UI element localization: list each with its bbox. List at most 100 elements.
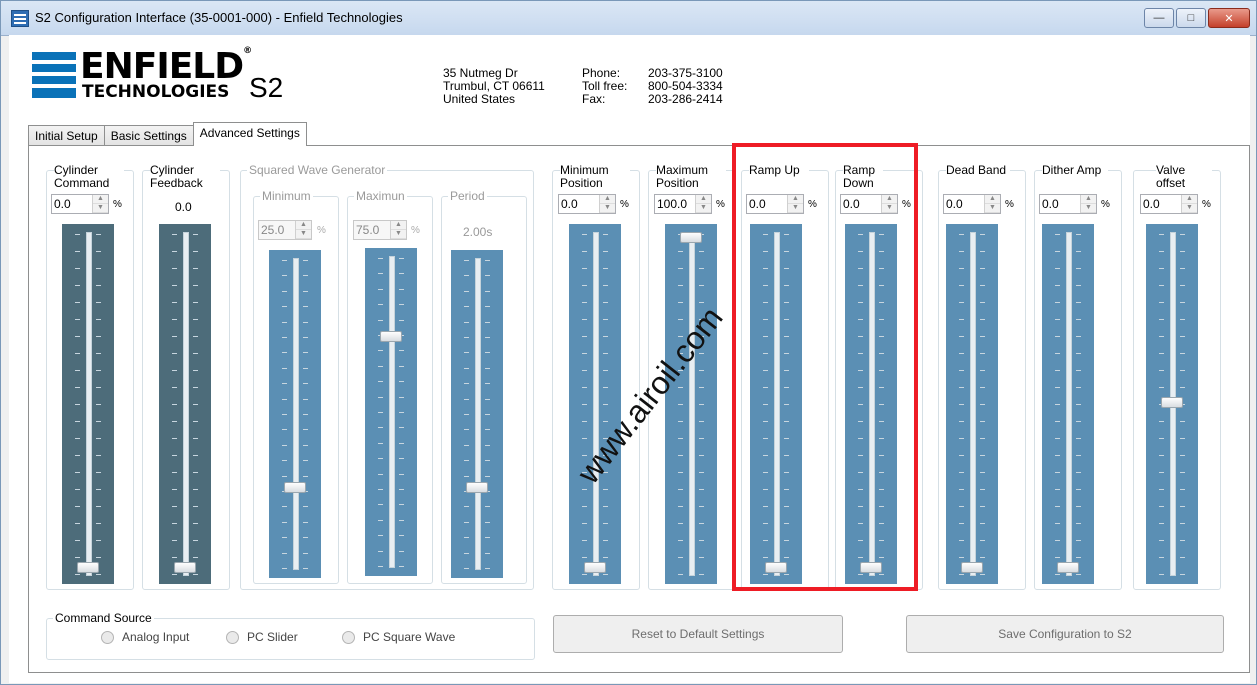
percent-label: %	[317, 225, 326, 236]
dither-amp-slider[interactable]	[1042, 224, 1094, 584]
ramp-up-slider[interactable]	[750, 224, 802, 584]
maximum-position-slider[interactable]	[665, 224, 717, 584]
slider-thumb[interactable]	[1057, 562, 1079, 573]
slider-tick	[485, 321, 490, 323]
slider-tick	[303, 352, 308, 354]
sq-minimum-spinner[interactable]: 25.0 ▲ ▼	[258, 220, 312, 240]
cylinder-command-slider[interactable]	[62, 224, 114, 584]
slider-tick	[172, 251, 177, 252]
slider-tick	[193, 506, 198, 507]
minimize-button[interactable]: —	[1144, 8, 1174, 28]
radio-circle[interactable]	[101, 630, 114, 644]
reset-defaults-button[interactable]: Reset to Default Settings	[553, 615, 843, 653]
tab-advanced-settings[interactable]: Advanced Settings	[192, 122, 307, 146]
slider-tick	[464, 383, 469, 385]
slider-tick	[699, 574, 704, 575]
minimum-position-slider[interactable]	[569, 224, 621, 584]
spinner-value[interactable]: 0.0	[52, 197, 92, 211]
dead-band-slider[interactable]	[946, 224, 998, 584]
slider-tick	[378, 304, 383, 306]
spinner-value[interactable]: 0.0	[1040, 197, 1080, 211]
slider-tick	[1076, 251, 1081, 252]
spinner-arrows[interactable]: ▲ ▼	[984, 195, 1000, 213]
sq-minimum-slider[interactable]	[269, 250, 321, 578]
spinner-value[interactable]: 100.0	[655, 197, 695, 211]
slider-thumb[interactable]	[961, 562, 983, 573]
slider-groove	[86, 232, 92, 576]
slider-thumb[interactable]	[680, 232, 702, 243]
dither-amp-spinner[interactable]: 0.0 ▲ ▼	[1039, 194, 1097, 214]
spinner-value[interactable]: 0.0	[944, 197, 984, 211]
minimum-position-spinner[interactable]: 0.0 ▲ ▼	[558, 194, 616, 214]
valve-offset-slider[interactable]	[1146, 224, 1198, 584]
close-button[interactable]: ✕	[1208, 8, 1250, 28]
spinner-value[interactable]: 0.0	[1141, 197, 1181, 211]
slider-thumb[interactable]	[860, 562, 882, 573]
slider-tick	[1159, 574, 1164, 575]
slider-thumb[interactable]	[77, 562, 99, 573]
slider-thumb[interactable]	[765, 562, 787, 573]
spinner-arrows[interactable]: ▲ ▼	[1080, 195, 1096, 213]
radio-pc-slider[interactable]: PC Slider	[226, 630, 298, 644]
sq-period-slider[interactable]	[451, 250, 503, 578]
slider-tick	[980, 353, 985, 354]
slider-tick	[980, 523, 985, 524]
spinner-value[interactable]: 25.0	[259, 223, 295, 237]
slider-tick	[1180, 302, 1185, 303]
maximize-button[interactable]: □	[1176, 8, 1206, 28]
spinner-arrows[interactable]: ▲ ▼	[881, 195, 897, 213]
slider-thumb[interactable]	[380, 330, 402, 342]
slider-tick	[879, 234, 884, 235]
slider-thumb[interactable]	[466, 481, 488, 493]
spinner-arrows[interactable]: ▲ ▼	[695, 195, 711, 213]
spinner-value[interactable]: 0.0	[747, 197, 787, 211]
slider-tick	[582, 404, 587, 405]
slider-tick	[75, 489, 80, 490]
sq-maximum-spinner[interactable]: 75.0 ▲ ▼	[353, 220, 407, 240]
slider-tick	[763, 421, 768, 422]
spinner-arrows[interactable]: ▲ ▼	[92, 195, 108, 213]
spinner-arrows[interactable]: ▲ ▼	[295, 221, 311, 239]
sq-maximum-slider[interactable]	[365, 248, 417, 576]
spinner-arrows[interactable]: ▲ ▼	[1181, 195, 1197, 213]
spinner-arrows[interactable]: ▲ ▼	[787, 195, 803, 213]
slider-tick	[399, 535, 404, 537]
radio-pc-square-wave[interactable]: PC Square Wave	[342, 630, 455, 644]
radio-analog-input[interactable]: Analog Input	[101, 630, 189, 644]
spinner-arrows[interactable]: ▲ ▼	[599, 195, 615, 213]
spinner-arrows[interactable]: ▲ ▼	[390, 221, 406, 239]
tab-basic-settings[interactable]: Basic Settings	[103, 125, 194, 146]
slider-thumb[interactable]	[174, 562, 196, 573]
slider-tick	[96, 523, 101, 524]
ramp-down-spinner[interactable]: 0.0 ▲ ▼	[840, 194, 898, 214]
slider-tick	[980, 387, 985, 388]
valve-offset-spinner[interactable]: 0.0 ▲ ▼	[1140, 194, 1198, 214]
maximum-position-spinner[interactable]: 100.0 ▲ ▼	[654, 194, 712, 214]
slider-tick	[1180, 506, 1185, 507]
slider-tick	[959, 506, 964, 507]
radio-circle[interactable]	[342, 630, 355, 644]
spinner-value[interactable]: 0.0	[559, 197, 599, 211]
dead-band-spinner[interactable]: 0.0 ▲ ▼	[943, 194, 1001, 214]
slider-tick	[193, 421, 198, 422]
slider-tick	[603, 557, 608, 558]
slider-tick	[1076, 285, 1081, 286]
cylinder-command-spinner[interactable]: 0.0 ▲ ▼	[51, 194, 109, 214]
slider-tick	[1055, 557, 1060, 558]
tab-initial-setup[interactable]: Initial Setup	[28, 125, 105, 146]
slider-tick	[980, 285, 985, 286]
spinner-value[interactable]: 75.0	[354, 223, 390, 237]
save-configuration-button[interactable]: Save Configuration to S2	[906, 615, 1224, 653]
slider-tick	[699, 268, 704, 269]
radio-circle[interactable]	[226, 630, 239, 644]
slider-tick	[784, 251, 789, 252]
slider-tick	[1076, 455, 1081, 456]
slider-thumb[interactable]	[584, 562, 606, 573]
spinner-value[interactable]: 0.0	[841, 197, 881, 211]
slider-thumb[interactable]	[1161, 397, 1183, 408]
slider-thumb[interactable]	[284, 481, 306, 493]
percent-label: %	[620, 199, 629, 210]
ramp-down-slider[interactable]	[845, 224, 897, 584]
ramp-up-spinner[interactable]: 0.0 ▲ ▼	[746, 194, 804, 214]
slider-tick	[784, 421, 789, 422]
